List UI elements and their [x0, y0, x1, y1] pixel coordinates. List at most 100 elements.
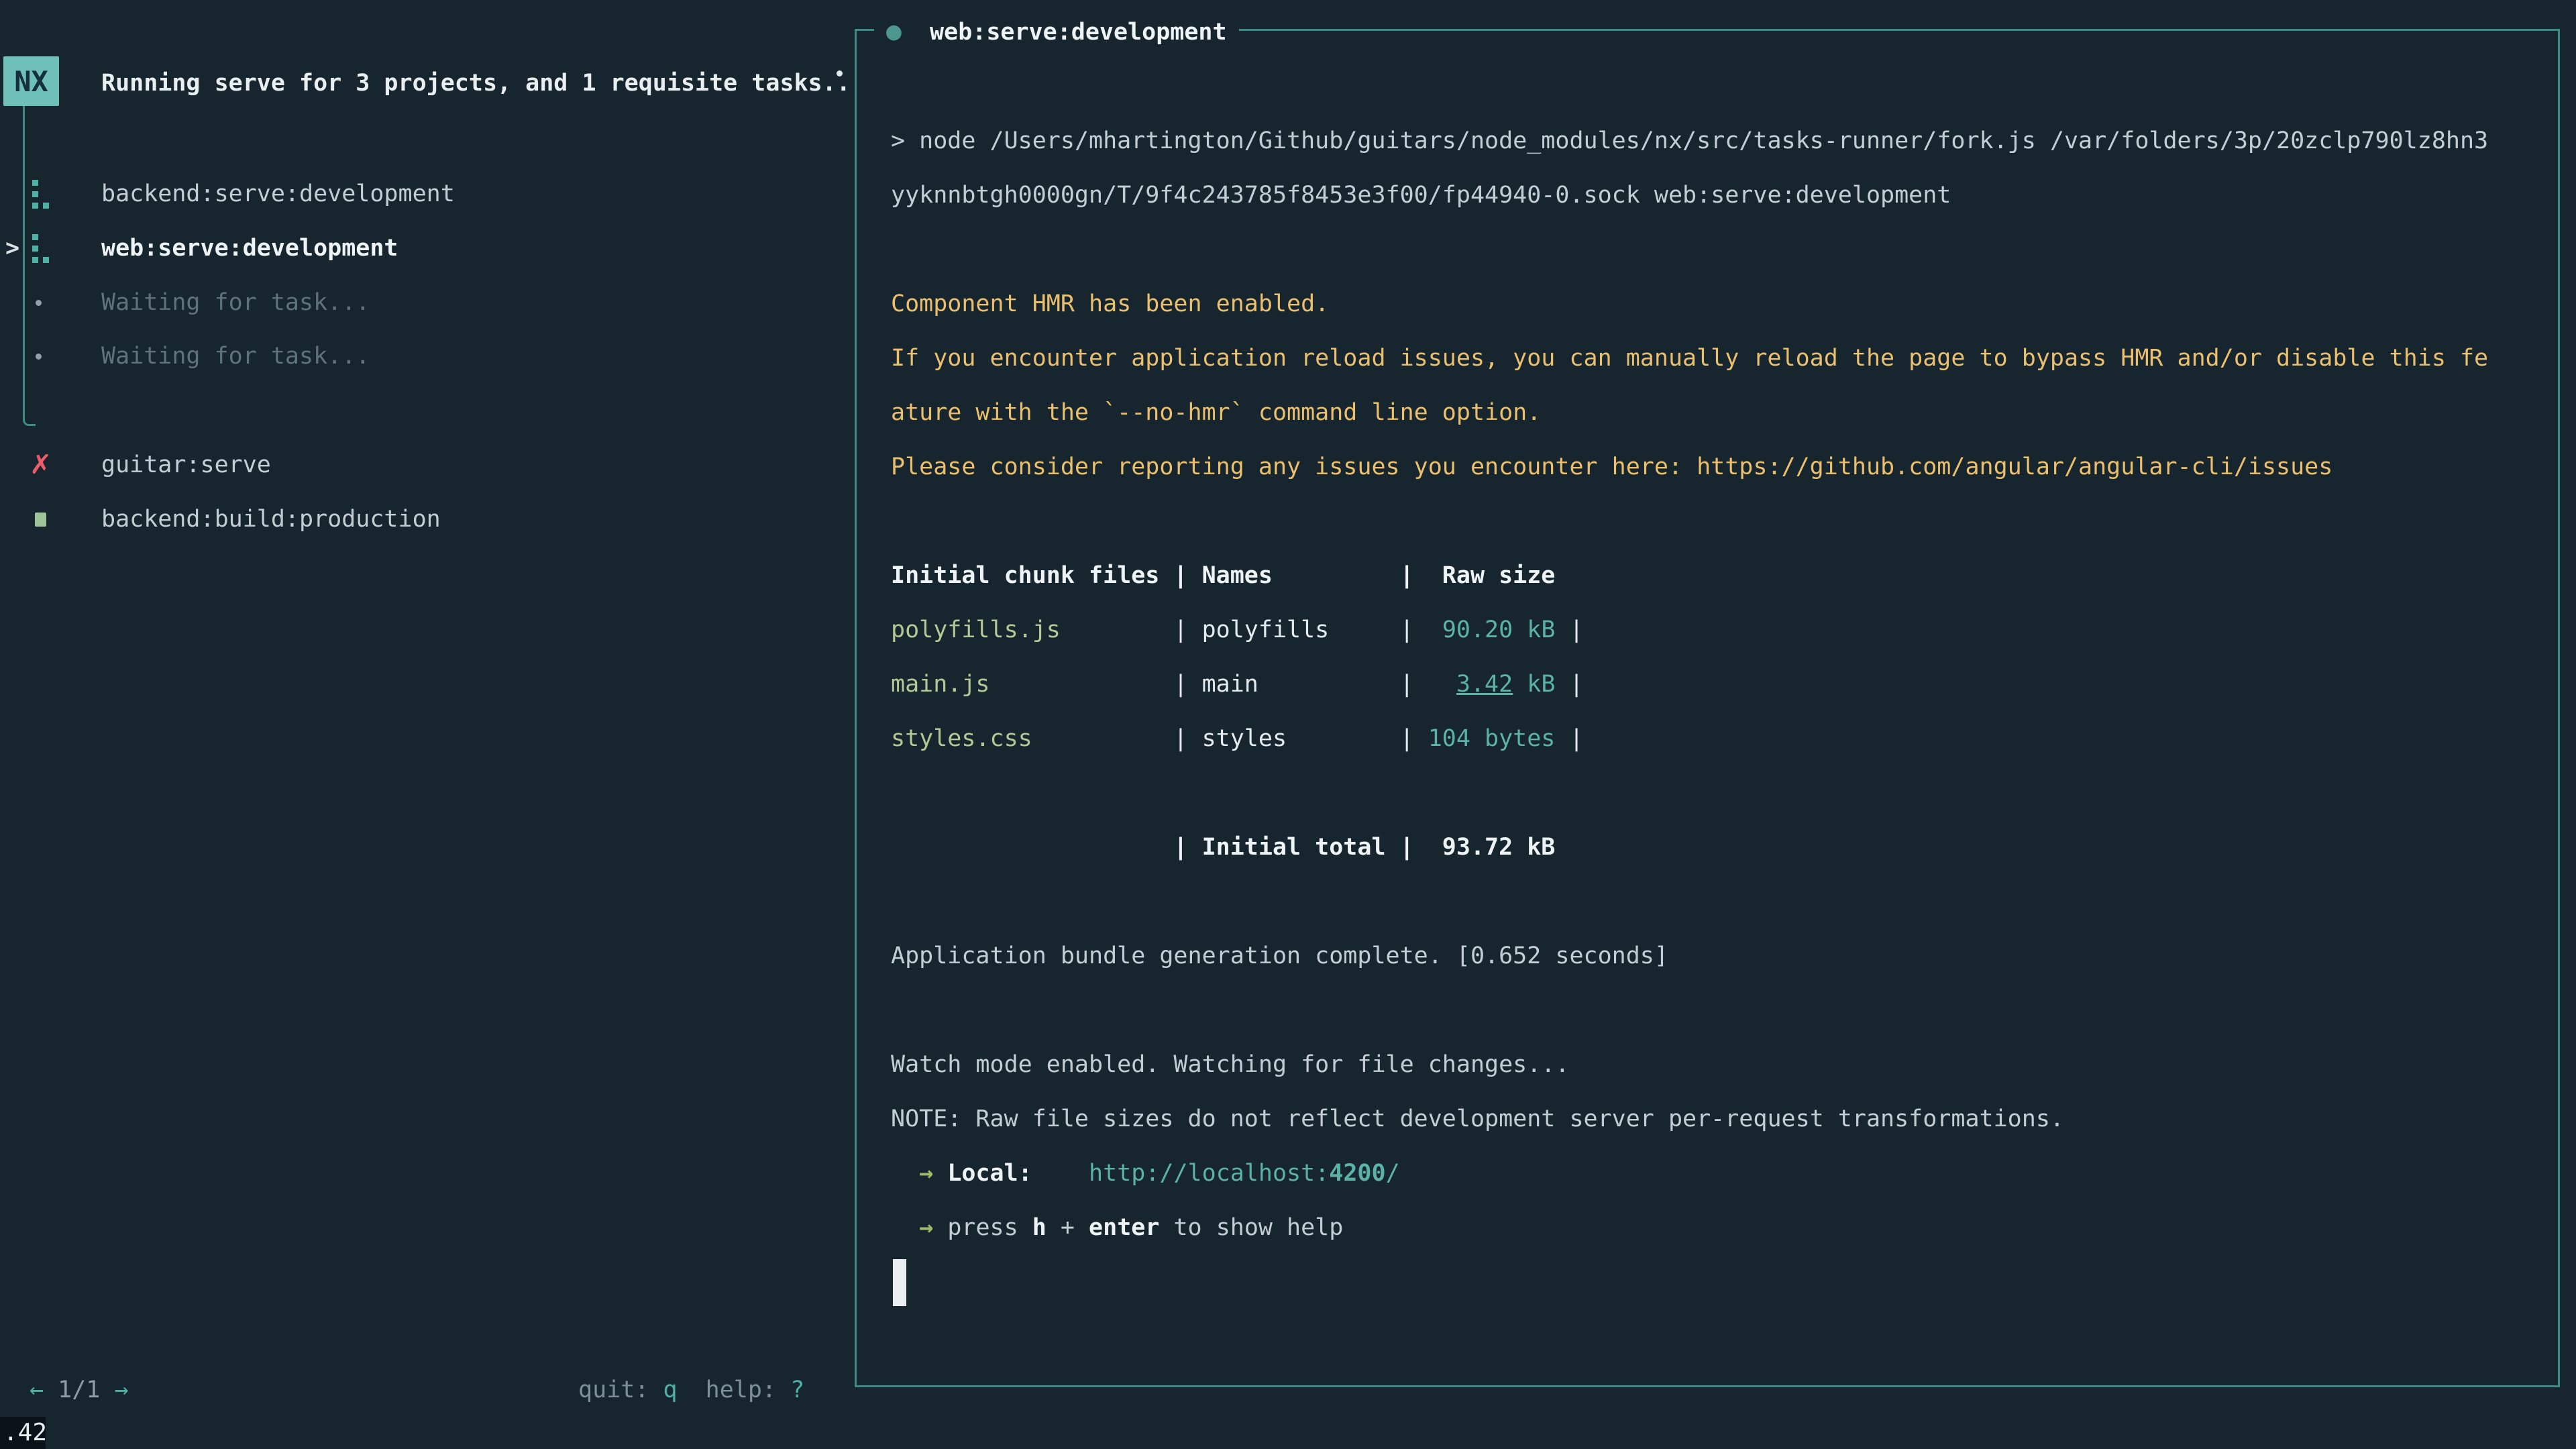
terminal-text-segment: styles.css: [891, 725, 1032, 752]
terminal-output: > node /Users/mhartington/Github/guitars…: [891, 114, 2514, 1309]
terminal-line: If you encounter application reload issu…: [891, 331, 2514, 386]
terminal-text-segment: kB: [1513, 671, 1555, 698]
terminal-line: > node /Users/mhartington/Github/guitars…: [891, 114, 2514, 168]
terminal-line: polyfills.js | polyfills | 90.20 kB |: [891, 603, 2514, 657]
task-item-waiting-for-task-[interactable]: Waiting for task...: [0, 329, 852, 384]
terminal-text-segment: h: [1032, 1214, 1046, 1241]
terminal-line: → Local: http://localhost:4200/: [891, 1146, 2514, 1201]
terminal-text-segment: [1032, 1160, 1089, 1187]
terminal-text-segment: main.js: [891, 671, 990, 698]
terminal-text-segment: 104 bytes: [1428, 725, 1556, 752]
task-item-backend-build-production[interactable]: backend:build:production: [0, 492, 852, 547]
quit-hint-label: quit:: [578, 1377, 663, 1403]
terminal-line: [891, 1255, 2514, 1309]
pager-count: 1/1: [58, 1377, 100, 1403]
nx-tui-terminal: NX Running serve for 3 projects, and 1 r…: [0, 0, 2576, 1449]
task-label: guitar:serve: [101, 438, 271, 492]
task-spinner-icon: [32, 234, 50, 264]
pager-label: [44, 1377, 58, 1403]
terminal-line: styles.css | styles | 104 bytes |: [891, 712, 2514, 766]
terminal-line: Component HMR has been enabled.: [891, 277, 2514, 331]
quit-key: q: [663, 1377, 677, 1403]
terminal-text-segment: [891, 1160, 919, 1187]
terminal-line: | Initial total | 93.72 kB: [891, 820, 2514, 875]
task-item-backend-serve-development[interactable]: backend:serve:development: [0, 167, 852, 221]
terminal-line: [891, 875, 2514, 929]
task-label: backend:build:production: [101, 492, 441, 547]
status-dot-icon: ●: [886, 16, 902, 46]
terminal-text-segment: Please consider reporting any issues you…: [891, 453, 2332, 480]
task-list: backend:serve:development>web:serve:deve…: [0, 0, 855, 604]
terminal-line: yyknnbtgh0000gn/T/9f4c243785f8453e3f00/f…: [891, 168, 2514, 223]
keyboard-hints: quit: q help: ?: [578, 1363, 804, 1417]
terminal-line: → press h + enter to show help: [891, 1201, 2514, 1255]
terminal-text-segment: | main |: [990, 671, 1456, 698]
terminal-line: Initial chunk files | Names | Raw size: [891, 549, 2514, 603]
pager-next-icon[interactable]: →: [114, 1377, 128, 1403]
terminal-text-segment: If you encounter application reload issu…: [891, 345, 2488, 372]
terminal-text-segment: | Initial total | 93.72 kB: [891, 834, 1555, 861]
terminal-text-segment: yyknnbtgh0000gn/T/9f4c243785f8453e3f00/f…: [891, 182, 1951, 209]
terminal-text-segment: | styles |: [1032, 725, 1428, 752]
terminal-text-segment: Watch mode enabled. Watching for file ch…: [891, 1051, 1569, 1078]
local-url-link[interactable]: http://localhost:: [1089, 1160, 1329, 1187]
terminal-text-segment: to show help: [1159, 1214, 1343, 1241]
terminal-text-segment: press: [947, 1214, 1032, 1241]
scroll-indicator-dot: [837, 70, 843, 76]
terminal-line: Watch mode enabled. Watching for file ch…: [891, 1038, 2514, 1092]
task-spinner-icon: [32, 180, 50, 209]
task-label: web:serve:development: [101, 221, 398, 276]
terminal-text-segment: NOTE: Raw file sizes do not reflect deve…: [891, 1106, 2064, 1132]
pager: ← 1/1 →: [30, 1363, 129, 1417]
terminal-text-segment: 3.42: [1456, 671, 1513, 698]
task-failed-icon: ✗: [30, 438, 52, 492]
terminal-text-segment: |: [1555, 616, 1583, 643]
terminal-text-segment: |: [1555, 671, 1583, 698]
task-success-icon: [35, 513, 46, 527]
task-item-waiting-for-task-[interactable]: Waiting for task...: [0, 276, 852, 330]
terminal-text-segment: enter: [1089, 1214, 1159, 1241]
terminal-text-segment: |: [1555, 725, 1583, 752]
title-spacer: [902, 19, 930, 46]
terminal-line: ature with the `--no-hmr` command line o…: [891, 386, 2514, 440]
task-waiting-dot-icon: [36, 354, 42, 360]
overlay-badge: .42: [0, 1417, 46, 1449]
help-key: ?: [790, 1377, 804, 1403]
terminal-text-segment: +: [1046, 1214, 1089, 1241]
terminal-text-segment: [933, 1214, 947, 1241]
terminal-line: Application bundle generation complete. …: [891, 929, 2514, 983]
terminal-text-segment: > node /Users/mhartington/Github/guitars…: [891, 127, 2488, 154]
task-item-web-serve-development[interactable]: >web:serve:development: [0, 221, 852, 276]
local-url-link[interactable]: /: [1386, 1160, 1400, 1187]
pager-prev-icon[interactable]: ←: [30, 1377, 44, 1403]
task-label: Waiting for task...: [101, 276, 370, 330]
terminal-line: main.js | main | 3.42 kB |: [891, 657, 2514, 712]
task-waiting-dot-icon: [36, 300, 42, 306]
help-hint-label: help:: [678, 1377, 791, 1403]
task-output-panel[interactable]: ● web:serve:development > node /Users/mh…: [855, 29, 2560, 1387]
terminal-text-segment: Initial chunk files | Names | Raw size: [891, 562, 1555, 589]
terminal-text-segment: | polyfills |: [1061, 616, 1442, 643]
terminal-text-segment: polyfills.js: [891, 616, 1061, 643]
terminal-text-segment: ature with the `--no-hmr` command line o…: [891, 399, 1541, 426]
terminal-line: [891, 223, 2514, 277]
terminal-text-segment: Application bundle generation complete. …: [891, 943, 1668, 969]
terminal-text-segment: Component HMR has been enabled.: [891, 290, 1329, 317]
pager-spacer: [100, 1377, 114, 1403]
task-label: Waiting for task...: [101, 329, 370, 384]
terminal-text-segment: [933, 1160, 947, 1187]
terminal-line: [891, 983, 2514, 1038]
terminal-text-segment: →: [919, 1160, 933, 1187]
terminal-line: [891, 766, 2514, 820]
task-label: backend:serve:development: [101, 167, 455, 221]
terminal-text-segment: →: [919, 1214, 933, 1241]
task-item-guitar-serve[interactable]: ✗ guitar:serve: [0, 438, 852, 492]
terminal-cursor: [893, 1259, 906, 1306]
terminal-text-segment: 90.20 kB: [1442, 616, 1556, 643]
task-output-panel-title: ● web:serve:development: [874, 4, 1239, 58]
local-url-link[interactable]: 4200: [1329, 1160, 1385, 1187]
terminal-text-segment: [891, 1214, 919, 1241]
terminal-line: Please consider reporting any issues you…: [891, 440, 2514, 494]
panel-title-text: web:serve:development: [930, 19, 1227, 46]
terminal-line: NOTE: Raw file sizes do not reflect deve…: [891, 1092, 2514, 1146]
